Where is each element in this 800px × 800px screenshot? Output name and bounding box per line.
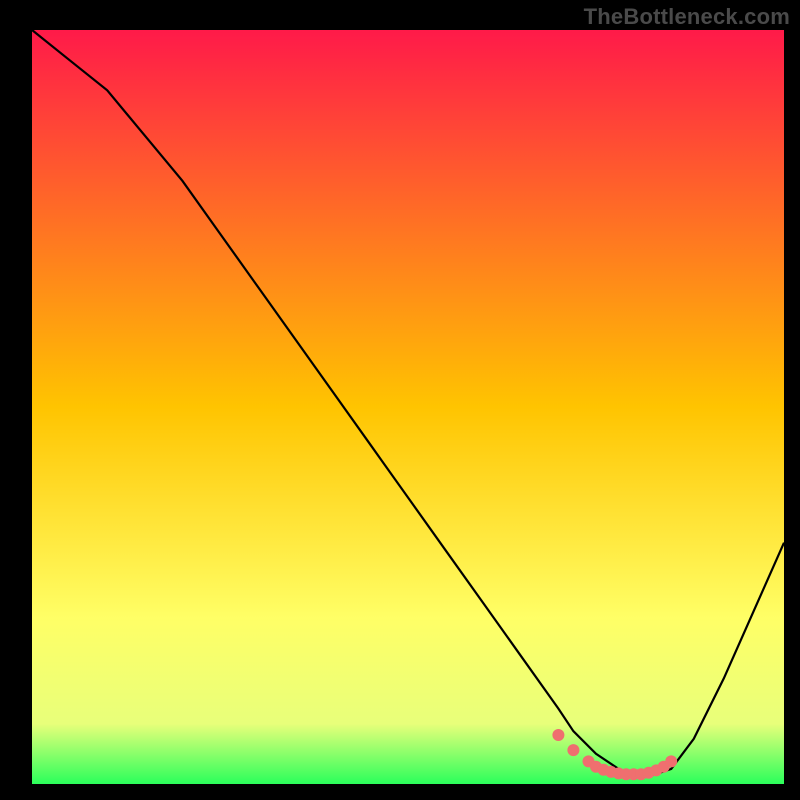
plot-background [32, 30, 784, 784]
chart-frame: TheBottleneck.com [0, 0, 800, 800]
chart-svg [0, 0, 800, 800]
optimal-marker-point [552, 729, 564, 741]
optimal-marker-point [665, 755, 677, 767]
optimal-marker-point [567, 744, 579, 756]
watermark-text: TheBottleneck.com [584, 4, 790, 30]
